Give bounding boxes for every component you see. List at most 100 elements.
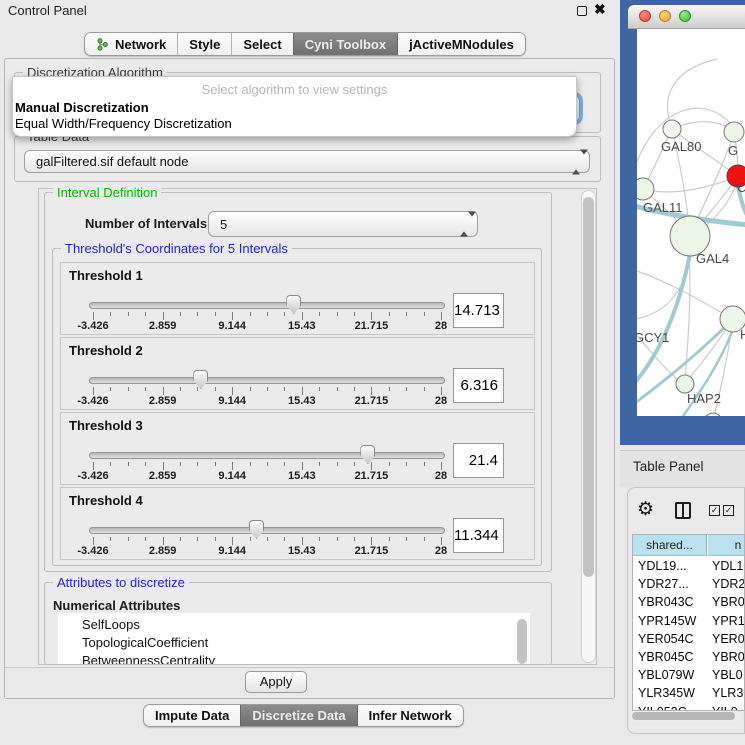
gear-icon[interactable]: ⚙ — [637, 498, 654, 521]
slider-track[interactable] — [89, 527, 445, 534]
tick-mark — [232, 537, 233, 545]
horizontal-scrollbar-thumb[interactable] — [632, 712, 735, 720]
threshold-value-field[interactable]: 14.713 — [453, 293, 504, 328]
tick-mark — [93, 387, 94, 395]
table-row[interactable]: YLR345WYLR3 — [633, 684, 745, 702]
threshold-box: Threshold 3-3.4262.8599.14415.4321.71528… — [60, 412, 535, 485]
tick-label: 28 — [435, 320, 447, 332]
tab-impute-data[interactable]: Impute Data — [144, 705, 240, 726]
table-row[interactable]: YBR045CYBR0 — [633, 648, 745, 666]
table-column-header[interactable]: shared... — [633, 535, 707, 556]
tick-mark — [197, 537, 198, 541]
threshold-value-field[interactable]: 11.344 — [453, 518, 504, 553]
tick-mark — [441, 462, 442, 470]
tick-mark — [250, 312, 251, 316]
threshold-value-field[interactable]: 6.316 — [453, 368, 504, 403]
tick-mark — [232, 462, 233, 470]
slider-handle[interactable] — [249, 520, 264, 539]
slider-handle[interactable] — [360, 445, 375, 464]
tab-label: Style — [189, 37, 220, 52]
split-columns-icon[interactable] — [675, 502, 691, 519]
tick-label: 9.144 — [218, 545, 246, 557]
tick-mark — [145, 312, 146, 316]
tick-mark — [319, 387, 320, 391]
attribute-list-item[interactable]: BetweennessCentrality — [82, 652, 215, 664]
slider-handle[interactable] — [193, 370, 208, 389]
tick-label: 2.859 — [149, 470, 177, 482]
table-cell: YDR27... — [638, 575, 689, 593]
window-minimize-button[interactable] — [659, 10, 671, 22]
tick-mark — [354, 462, 355, 466]
tick-mark — [215, 537, 216, 541]
table-column-header[interactable]: n — [708, 535, 745, 556]
tick-mark — [163, 462, 164, 470]
vertical-scrollbar[interactable] — [581, 190, 596, 663]
slider-track[interactable] — [89, 302, 445, 309]
svg-text:G: G — [728, 143, 738, 158]
tick-mark — [441, 312, 442, 320]
checkbox-icon[interactable]: ✓ — [723, 505, 734, 516]
table-cell: YBR0 — [712, 648, 745, 666]
tick-mark — [197, 312, 198, 316]
apply-row — [5, 667, 614, 698]
threshold-label: Threshold 4 — [69, 493, 143, 508]
table-cell: YBL0 — [712, 666, 743, 684]
slider-track[interactable] — [89, 452, 445, 459]
table-data-combobox[interactable]: galFiltered.sif default node — [24, 150, 590, 173]
table-cell: YBR043C — [638, 593, 694, 611]
tab-label: Cyni Toolbox — [305, 37, 386, 52]
svg-text:H: H — [740, 327, 745, 342]
tick-mark — [371, 462, 372, 470]
threshold-value-field[interactable]: 21.4 — [453, 443, 504, 478]
tick-mark — [406, 537, 407, 541]
algorithm-option[interactable]: Equal Width/Frequency Discretization — [15, 116, 232, 132]
stepper-icon — [572, 154, 580, 169]
tab-network[interactable]: Network — [85, 33, 177, 55]
table-row[interactable]: YPR145W YPR1 — [633, 612, 745, 630]
tick-mark — [284, 537, 285, 541]
threshold-label: Threshold 3 — [69, 418, 143, 433]
tab-discretize-data[interactable]: Discretize Data — [240, 705, 356, 726]
table-row[interactable]: YBR043CYBR0 — [633, 593, 745, 611]
tab-cyni-toolbox[interactable]: Cyni Toolbox — [293, 33, 397, 55]
node-table: shared...nYDL19...YDL1YDR27...YDR2YBR043… — [632, 534, 745, 711]
num-intervals-combobox[interactable]: 5 — [208, 211, 478, 237]
table-cell: YER054C — [638, 630, 694, 648]
tick-mark — [215, 387, 216, 391]
window-zoom-button[interactable] — [679, 10, 691, 22]
apply-button[interactable]: Apply — [245, 671, 307, 693]
numerical-attributes-list[interactable]: SelfLoopsTopologicalCoefficientBetweenne… — [58, 613, 530, 664]
tick-mark — [302, 387, 303, 395]
table-cell: YPR145W — [638, 612, 696, 630]
tab-jactivemnodules[interactable]: jActiveMNodules — [397, 33, 525, 55]
network-canvas[interactable]: GAL80GCGAL11GAL4GCY1HHAP2 — [637, 29, 745, 416]
tab-style[interactable]: Style — [177, 33, 231, 55]
table-row[interactable]: YBL079WYBL0 — [633, 666, 745, 684]
tab-infer-network[interactable]: Infer Network — [357, 705, 463, 726]
table-row[interactable]: YER054CYER0 — [633, 630, 745, 648]
svg-text:HAP2: HAP2 — [687, 391, 721, 406]
group-label: Threshold's Coordinates for 5 Intervals — [61, 241, 292, 256]
attribute-list-item[interactable]: SelfLoops — [82, 616, 140, 634]
tick-mark — [441, 537, 442, 545]
horizontal-scrollbar[interactable] — [630, 711, 742, 721]
vertical-scrollbar-thumb[interactable] — [583, 197, 594, 577]
tick-mark — [337, 312, 338, 316]
group-label: Interval Definition — [53, 185, 161, 200]
slider-track[interactable] — [89, 377, 445, 384]
table-row[interactable]: YIL052CYIL0 — [633, 703, 745, 711]
algorithm-option[interactable]: Manual Discretization — [15, 100, 149, 116]
float-window-icon[interactable] — [577, 6, 587, 16]
list-scrollbar-thumb[interactable] — [517, 619, 527, 664]
tab-select[interactable]: Select — [231, 33, 292, 55]
threshold-label: Threshold 1 — [69, 268, 143, 283]
attribute-list-item[interactable]: TopologicalCoefficient — [82, 634, 208, 652]
table-row[interactable]: YDR27...YDR2 — [633, 575, 745, 593]
stepper-icon — [460, 217, 468, 232]
table-cell: YPR1 — [712, 612, 745, 630]
close-icon[interactable]: ✖ — [594, 1, 606, 18]
checkbox-icon[interactable]: ✓ — [709, 505, 720, 516]
window-close-button[interactable] — [639, 10, 651, 22]
table-row[interactable]: YDL19...YDL1 — [633, 557, 745, 575]
slider-handle[interactable] — [286, 295, 301, 314]
